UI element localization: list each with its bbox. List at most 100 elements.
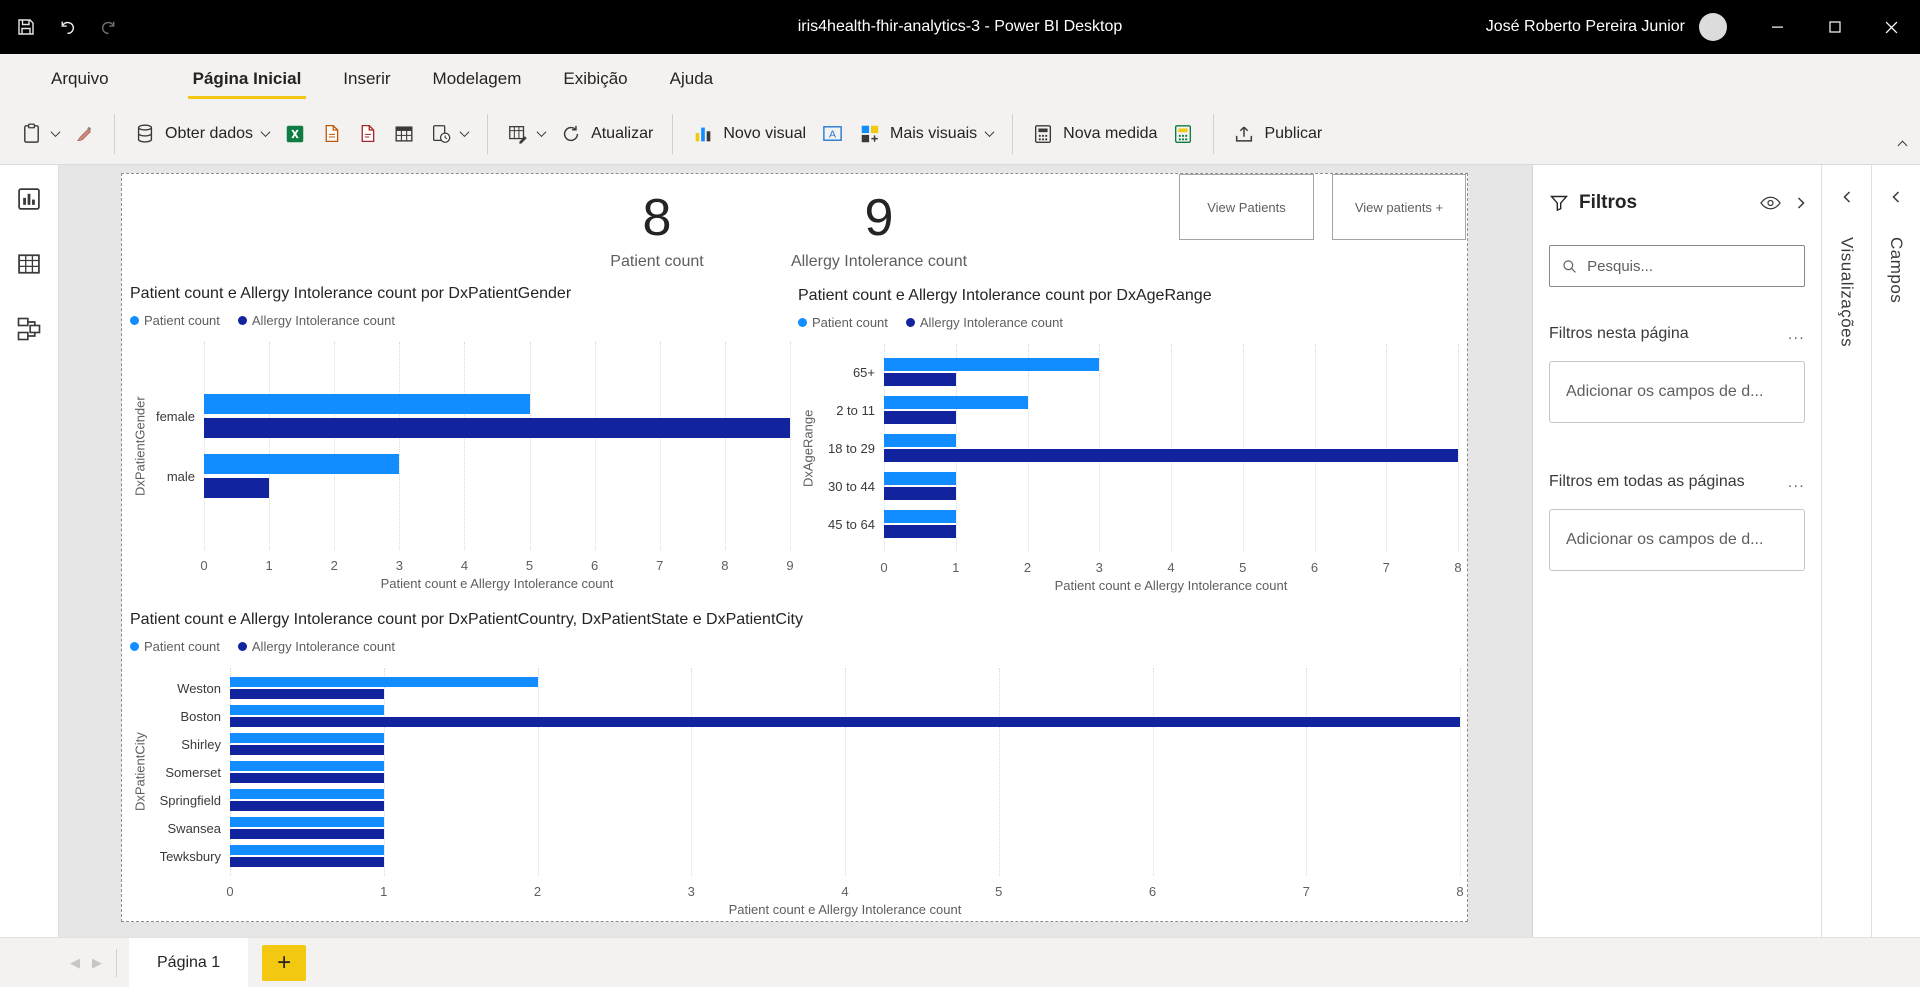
- window-title: iris4health-fhir-analytics-3 - Power BI …: [798, 18, 1123, 36]
- chart-patient-by-city[interactable]: Patient count e Allergy Intolerance coun…: [130, 610, 1460, 922]
- transform-data-button[interactable]: [507, 123, 545, 145]
- legend-item[interactable]: Allergy Intolerance count: [238, 313, 395, 328]
- legend-item[interactable]: Patient count: [798, 315, 888, 330]
- format-painter-button[interactable]: [74, 123, 95, 144]
- view-patients-button[interactable]: View Patients: [1179, 174, 1314, 240]
- bar[interactable]: [204, 478, 269, 498]
- x-tick-label: 6: [591, 558, 598, 573]
- enter-data-button[interactable]: [393, 123, 415, 145]
- new-page-button[interactable]: +: [262, 945, 306, 981]
- tab-exibicao[interactable]: Exibição: [542, 54, 648, 103]
- avatar[interactable]: [1699, 13, 1727, 41]
- bar[interactable]: [204, 394, 530, 414]
- bar[interactable]: [884, 373, 956, 386]
- bar[interactable]: [230, 789, 384, 799]
- close-button[interactable]: [1863, 0, 1920, 54]
- recent-sources-button[interactable]: [430, 123, 468, 145]
- card-patient-count[interactable]: 8 Patient count: [562, 190, 752, 272]
- bar-group: [884, 467, 1458, 505]
- bar[interactable]: [884, 434, 956, 447]
- bar[interactable]: [884, 472, 956, 485]
- view-patients-plus-button[interactable]: View patients +: [1332, 174, 1466, 240]
- bar[interactable]: [884, 449, 1458, 462]
- publish-button[interactable]: Publicar: [1233, 123, 1322, 145]
- bar[interactable]: [884, 411, 956, 424]
- legend-item[interactable]: Patient count: [130, 313, 220, 328]
- bar[interactable]: [204, 454, 399, 474]
- bar[interactable]: [230, 733, 384, 743]
- data-hub-button[interactable]: [321, 123, 342, 144]
- data-view-button[interactable]: [15, 250, 43, 283]
- undo-icon[interactable]: [58, 18, 77, 37]
- legend-item[interactable]: Allergy Intolerance count: [906, 315, 1063, 330]
- bar[interactable]: [230, 829, 384, 839]
- collapse-ribbon-button[interactable]: [1899, 136, 1906, 154]
- report-page[interactable]: 8 Patient count 9 Allergy Intolerance co…: [121, 173, 1468, 922]
- bar[interactable]: [230, 689, 384, 699]
- fields-pane-label[interactable]: Campos: [1886, 237, 1906, 303]
- quick-measure-button[interactable]: [1172, 123, 1194, 145]
- more-visuals-button[interactable]: Mais visuais: [859, 123, 993, 145]
- more-options-icon[interactable]: ...: [1788, 474, 1805, 491]
- bar[interactable]: [230, 761, 384, 771]
- redo-icon[interactable]: [99, 18, 118, 37]
- bar[interactable]: [230, 857, 384, 867]
- bar[interactable]: [230, 745, 384, 755]
- expand-visualizations-chevron-left-icon[interactable]: [1843, 191, 1851, 203]
- tab-modelagem[interactable]: Modelagem: [412, 54, 543, 103]
- eye-icon[interactable]: [1760, 196, 1781, 210]
- report-view-button[interactable]: [15, 185, 43, 218]
- bar[interactable]: [230, 677, 538, 687]
- new-visual-button[interactable]: Novo visual: [692, 123, 806, 145]
- maximize-button[interactable]: [1806, 0, 1863, 54]
- get-data-button[interactable]: Obter dados: [134, 123, 269, 145]
- bar[interactable]: [230, 817, 384, 827]
- expand-pane-chevron-right-icon[interactable]: [1797, 197, 1805, 209]
- model-view-button[interactable]: [15, 315, 43, 348]
- chart-title: Patient count e Allergy Intolerance coun…: [130, 610, 1460, 630]
- bar[interactable]: [230, 717, 1460, 727]
- next-page-arrow-icon[interactable]: ▶: [92, 955, 102, 971]
- bar[interactable]: [230, 773, 384, 783]
- new-measure-button[interactable]: Nova medida: [1032, 123, 1157, 145]
- more-options-icon[interactable]: ...: [1788, 326, 1805, 343]
- bar[interactable]: [230, 705, 384, 715]
- tab-inserir[interactable]: Inserir: [322, 54, 411, 103]
- visualizations-pane-collapsed: Visualizações: [1821, 165, 1871, 937]
- bar[interactable]: [884, 396, 1028, 409]
- legend-item[interactable]: Patient count: [130, 639, 220, 654]
- page-tab[interactable]: Página 1: [129, 938, 248, 987]
- save-icon[interactable]: [16, 17, 36, 37]
- card-allergy-count[interactable]: 9 Allergy Intolerance count: [759, 190, 999, 272]
- refresh-button[interactable]: Atualizar: [560, 123, 653, 145]
- filters-all-pages-dropzone[interactable]: Adicionar os campos de d...: [1549, 509, 1805, 571]
- tab-arquivo[interactable]: Arquivo: [30, 54, 130, 103]
- bar[interactable]: [204, 418, 790, 438]
- filters-search-input[interactable]: [1587, 258, 1792, 275]
- filters-search-box[interactable]: [1549, 245, 1805, 287]
- legend-item[interactable]: Allergy Intolerance count: [238, 639, 395, 654]
- plus-icon: +: [277, 951, 291, 975]
- tab-pagina-inicial[interactable]: Página Inicial: [172, 54, 323, 103]
- x-tick-label: 3: [1096, 560, 1103, 575]
- bar[interactable]: [884, 487, 956, 500]
- paste-button[interactable]: [20, 122, 59, 145]
- bar[interactable]: [230, 845, 384, 855]
- chart-patient-by-agerange[interactable]: Patient count e Allergy Intolerance coun…: [798, 286, 1458, 598]
- chart-patient-by-gender[interactable]: Patient count e Allergy Intolerance coun…: [130, 284, 790, 596]
- minimize-button[interactable]: [1749, 0, 1806, 54]
- previous-page-arrow-icon[interactable]: ◀: [70, 955, 80, 971]
- bar[interactable]: [230, 801, 384, 811]
- sql-server-button[interactable]: [357, 123, 378, 144]
- expand-fields-chevron-left-icon[interactable]: [1892, 191, 1900, 203]
- filters-page-dropzone[interactable]: Adicionar os campos de d...: [1549, 361, 1805, 423]
- bar[interactable]: [884, 525, 956, 538]
- tab-ajuda[interactable]: Ajuda: [649, 54, 734, 103]
- account-user-name[interactable]: José Roberto Pereira Junior: [1486, 18, 1685, 36]
- visualizations-pane-label[interactable]: Visualizações: [1837, 237, 1857, 347]
- bar[interactable]: [884, 510, 956, 523]
- excel-workbook-button[interactable]: [284, 123, 306, 145]
- bar[interactable]: [884, 358, 1099, 371]
- brush-icon: [74, 123, 95, 144]
- text-box-button[interactable]: A: [821, 122, 844, 145]
